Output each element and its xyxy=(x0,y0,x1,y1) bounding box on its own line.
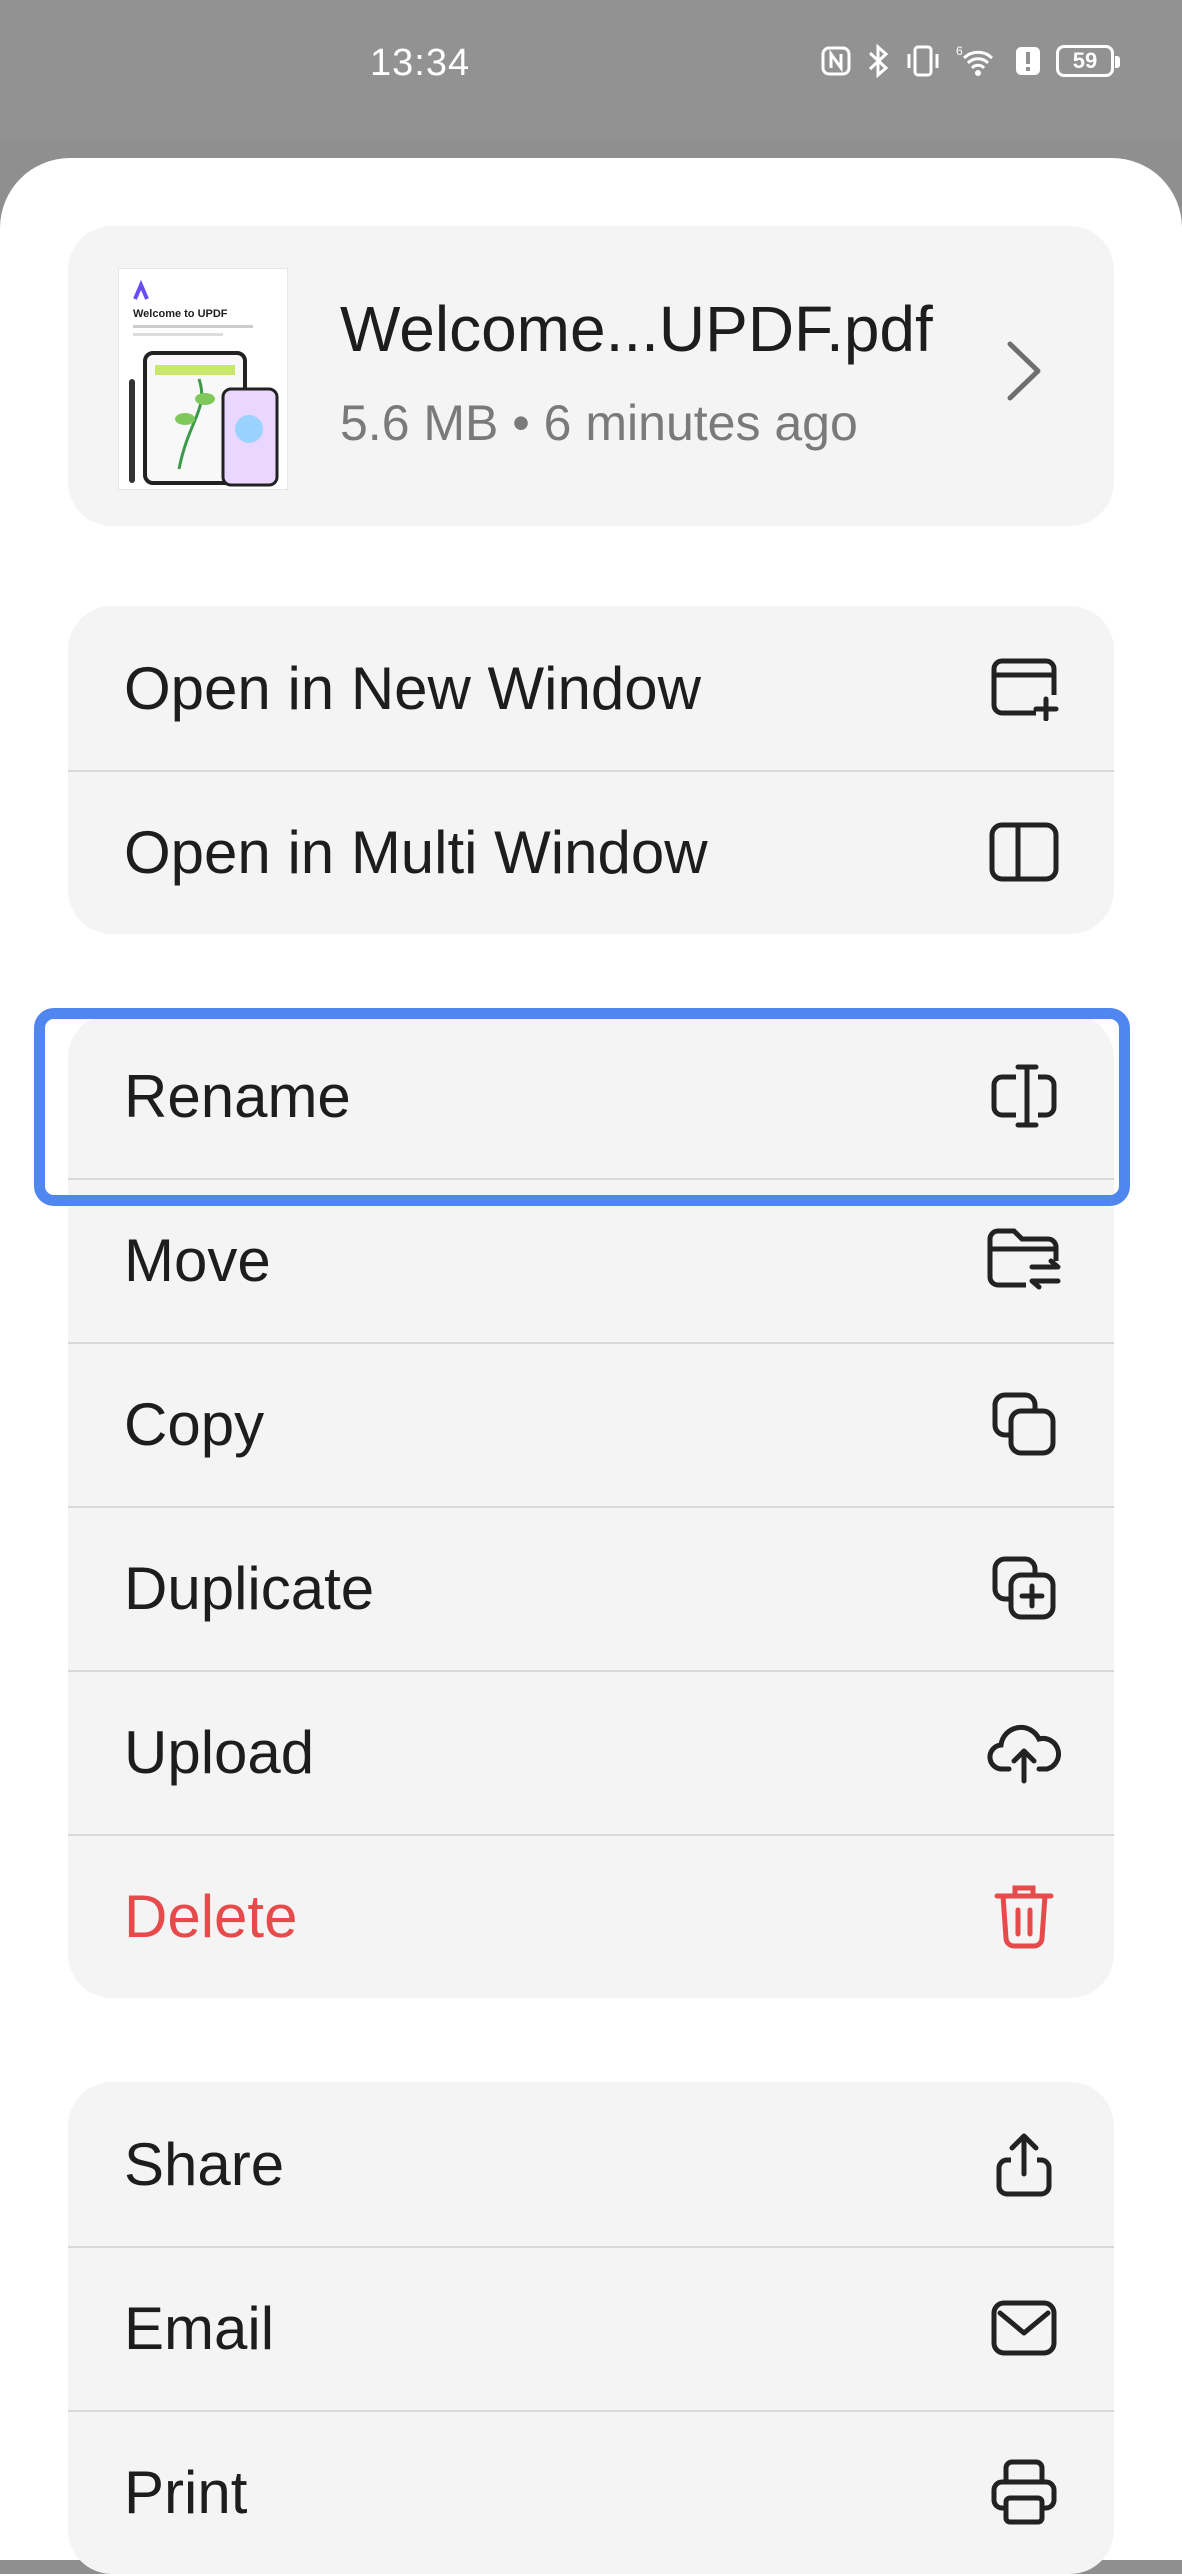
share-icon xyxy=(986,2126,1062,2202)
svg-text:6: 6 xyxy=(956,44,963,58)
status-time: 13:34 xyxy=(370,42,471,84)
copy-icon xyxy=(986,1386,1062,1462)
menu-item-label: Open in Multi Window xyxy=(124,818,708,886)
duplicate-icon xyxy=(986,1550,1062,1626)
mail-icon xyxy=(986,2290,1062,2366)
file-name: Welcome...UPDF.pdf xyxy=(340,293,933,365)
copy-item[interactable]: Copy xyxy=(68,1342,1114,1506)
menu-item-label: Print xyxy=(124,2458,248,2526)
svg-text:Welcome to UPDF: Welcome to UPDF xyxy=(133,308,228,320)
cloud-upload-icon xyxy=(986,1714,1062,1790)
menu-item-label: Share xyxy=(124,2130,285,2198)
vibrate-icon xyxy=(907,45,939,77)
menu-item-label: Email xyxy=(124,2294,275,2362)
status-bar: 13:34 6 59 xyxy=(0,0,1182,140)
share-actions-group: Share Email Print xyxy=(68,2082,1114,2574)
email-item[interactable]: Email xyxy=(68,2246,1114,2410)
menu-item-label: Open in New Window xyxy=(124,654,701,722)
print-item[interactable]: Print xyxy=(68,2410,1114,2574)
folder-move-icon xyxy=(986,1222,1062,1298)
file-info-card[interactable]: Welcome to UPDF Welcome...UPDF.pdf 5.6 M… xyxy=(68,226,1114,526)
menu-item-label: Duplicate xyxy=(124,1554,375,1622)
open-in-new-window-item[interactable]: Open in New Window xyxy=(68,606,1114,770)
menu-item-label: Move xyxy=(124,1226,271,1294)
menu-item-label: Copy xyxy=(124,1390,265,1458)
file-operations-group: Rename Move Copy Duplicate Upload Delete xyxy=(68,1014,1114,1998)
nfc-icon xyxy=(821,46,851,76)
wifi-icon: 6 xyxy=(956,44,994,76)
new-window-icon xyxy=(986,650,1062,726)
file-thumbnail: Welcome to UPDF xyxy=(118,268,288,490)
move-item[interactable]: Move xyxy=(68,1178,1114,1342)
menu-item-label: Rename xyxy=(124,1062,351,1130)
printer-icon xyxy=(986,2454,1062,2530)
file-meta: 5.6 MB • 6 minutes ago xyxy=(340,395,858,451)
duplicate-item[interactable]: Duplicate xyxy=(68,1506,1114,1670)
delete-item[interactable]: Delete xyxy=(68,1834,1114,1998)
status-icons: 6 59 xyxy=(820,44,1120,78)
chevron-right-icon[interactable] xyxy=(1004,338,1044,404)
open-in-multi-window-item[interactable]: Open in Multi Window xyxy=(68,770,1114,934)
alert-icon xyxy=(1016,47,1040,75)
share-item[interactable]: Share xyxy=(68,2082,1114,2246)
multi-window-icon xyxy=(986,814,1062,890)
bottom-sheet: Welcome to UPDF Welcome...UPDF.pdf 5.6 M… xyxy=(0,158,1182,2574)
battery-icon: 59 xyxy=(1056,45,1120,77)
bluetooth-icon xyxy=(868,44,889,78)
trash-icon xyxy=(986,1878,1062,1954)
upload-item[interactable]: Upload xyxy=(68,1670,1114,1834)
window-actions-group: Open in New Window Open in Multi Window xyxy=(68,606,1114,934)
menu-item-label: Delete xyxy=(124,1882,298,1950)
menu-item-label: Upload xyxy=(124,1718,315,1786)
rename-item[interactable]: Rename xyxy=(68,1014,1114,1178)
rename-icon xyxy=(986,1058,1062,1134)
